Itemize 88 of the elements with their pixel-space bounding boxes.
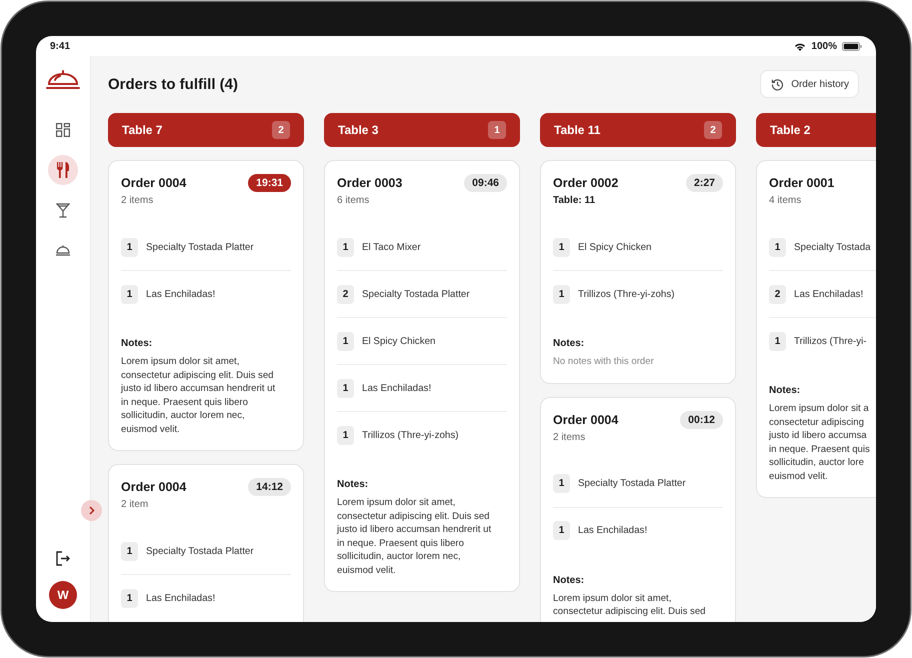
quantity: 1 (553, 238, 570, 256)
quantity: 1 (769, 238, 786, 256)
timer: 19:31 (248, 174, 291, 192)
user-avatar[interactable]: W (49, 581, 77, 609)
item-name: Specialty Tostada Platter (362, 288, 470, 300)
quantity: 1 (553, 284, 570, 304)
notes-label: Notes: (553, 338, 586, 349)
item-name: El Spicy Chicken (578, 242, 652, 252)
item-name: Las Enchiladas! (146, 592, 216, 604)
logo-cloche-icon (46, 69, 80, 89)
expand-sidebar-button[interactable] (81, 500, 102, 521)
nav-item[interactable] (48, 155, 78, 185)
notes-label: Notes: (121, 338, 154, 349)
page-title: Orders to fulfill (4) (108, 76, 238, 92)
table-name: Table 11 (554, 123, 600, 137)
quantity: 1 (121, 588, 138, 608)
dashboard-icon (56, 123, 70, 137)
order-count: 1 (488, 121, 506, 139)
table-name: Table 3 (338, 123, 378, 137)
order-subtitle: 2 items (553, 432, 586, 442)
table-name: Table 7 (122, 123, 162, 137)
order-subtitle: 4 items (769, 195, 802, 206)
item-name: Trillizos (Thre-yi-zohs) (362, 430, 459, 440)
notes-text: Lorem ipsum dolor sit a consectetur adipiscing justo id libero accumsa in neque. Praesent quis sollicitudin, auctor lore euismod velit. (769, 402, 871, 483)
table-name: Table 2 (770, 123, 810, 137)
item-name: Las Enchiladas! (578, 525, 648, 536)
order-subtitle: Table: 11 (553, 195, 596, 206)
notes-text: Lorem ipsum dolor sit amet, consectetur adipiscing elit. Duis sed justo id libero accumsan hendrerit ut in neque. Praesent quis libero sollicitudin, auctor lorem nec, euismod velit. (337, 496, 492, 577)
fork-knife-icon (56, 162, 70, 178)
order-count: 2 (704, 121, 722, 139)
item-name: Trillizos (Thre-yi-zohs) (578, 288, 675, 300)
quantity: 2 (337, 284, 354, 304)
quantity: 1 (553, 474, 570, 493)
item-name: Las Enchiladas! (794, 288, 864, 300)
timer: 09:46 (464, 174, 507, 192)
order-count: 2 (272, 121, 290, 139)
item-name: Trillizos (Thre-yi- (794, 336, 867, 346)
item-name: Las Enchiladas! (362, 382, 432, 394)
notes-label: Notes: (769, 385, 802, 396)
order-subtitle: 2 item (121, 499, 150, 510)
item-name: Specialty Tostada Platter (578, 478, 686, 489)
logout-icon[interactable] (56, 551, 70, 566)
notes-text: Lorem ipsum dolor sit amet, consectetur adipiscing elit. Duis sed (553, 592, 707, 618)
item-name: Specialty Tostada (794, 242, 871, 252)
quantity: 1 (337, 378, 354, 398)
quantity: 1 (121, 284, 138, 304)
quantity: 1 (337, 332, 354, 350)
order-card[interactable] (108, 160, 304, 451)
item-name: El Spicy Chicken (362, 336, 436, 346)
history-icon (771, 78, 784, 90)
item-name: Specialty Tostada Platter (146, 242, 254, 252)
order-card[interactable]: Order 0004 2 items 00:12 1 Specialty Tostada Platter 1 Las Enchiladas! Notes: Lorem ipsum dolor sit amet, consectetur adipiscing elit. Duis sed (540, 396, 736, 622)
timer: 14:12 (248, 478, 291, 496)
order-title: Order 0004 (121, 176, 186, 190)
timer: 00:12 (680, 410, 723, 428)
chevron-icon (88, 506, 94, 515)
status-time: 9:41 (50, 40, 70, 52)
order-card[interactable]: Order 0002 Table: 11 2:27 1 El Spicy Chicken 1 Trillizos (Thre-yi-zohs) Notes: No notes with this order (540, 160, 736, 384)
order-title: Order 0004 (121, 480, 186, 494)
battery-percent: 100% (811, 40, 837, 52)
cocktail-glass-icon (56, 202, 70, 218)
order-title: Order 0004 (553, 412, 618, 426)
order-title: Order 0001 (769, 176, 834, 190)
quantity: 1 (337, 238, 354, 256)
quantity: 2 (769, 284, 786, 304)
item-name: El Taco Mixer (362, 242, 421, 252)
timer: 2:27 (686, 174, 723, 192)
order-title: Order 0002 (553, 176, 618, 190)
wifi-icon (794, 42, 806, 50)
cloche-icon (55, 244, 71, 256)
order-subtitle: 2 items (121, 195, 154, 206)
notes-label: Notes: (553, 574, 586, 586)
quantity: 1 (121, 542, 138, 560)
quantity: 1 (121, 238, 138, 256)
item-name: Las Enchiladas! (146, 288, 216, 300)
quantity: 1 (337, 426, 354, 444)
order-subtitle: 6 items (337, 195, 370, 206)
battery-icon (842, 42, 862, 50)
order-card[interactable]: Order 0004 2 item 14:12 1 Specialty Tostada Platter 1 Las Enchiladas! (108, 464, 304, 622)
quantity: 1 (553, 521, 570, 540)
order-history-button[interactable]: Order history (760, 70, 859, 98)
notes-text: Lorem ipsum dolor sit amet, consectetur adipiscing elit. Duis sed justo id libero accumsan hendrerit ut in neque. Praesent quis libero sollicitudin, auctor lorem nec, euismod velit. (121, 355, 276, 436)
quantity: 1 (769, 332, 786, 350)
order-card[interactable] (324, 160, 520, 592)
order-title: Order 0003 (337, 176, 402, 190)
notes-label: Notes: (337, 479, 370, 490)
notes-text: No notes with this order (553, 355, 655, 368)
item-name: Specialty Tostada Platter (146, 546, 254, 556)
